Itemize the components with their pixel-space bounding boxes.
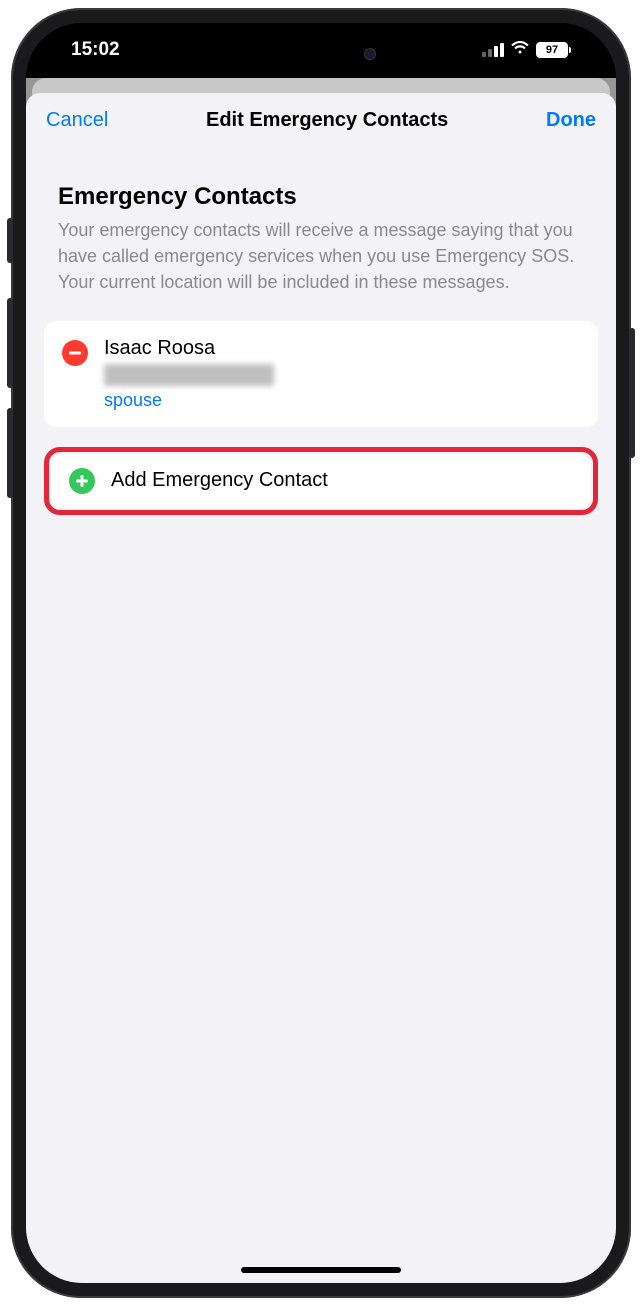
- add-contact-group: Add Emergency Contact: [51, 454, 591, 508]
- cancel-button[interactable]: Cancel: [46, 109, 108, 132]
- nav-title: Edit Emergency Contacts: [206, 109, 448, 132]
- dynamic-island: [256, 35, 386, 73]
- underlying-sheet: [32, 78, 610, 95]
- side-button: [7, 408, 13, 498]
- section-description: Your emergency contacts will receive a m…: [44, 217, 598, 295]
- contact-relation[interactable]: spouse: [104, 390, 274, 411]
- battery-icon: 97: [536, 42, 571, 58]
- add-emergency-contact-button[interactable]: Add Emergency Contact: [51, 454, 591, 508]
- battery-percentage: 97: [546, 44, 558, 56]
- content: Emergency Contacts Your emergency contac…: [26, 148, 616, 515]
- remove-icon[interactable]: [62, 340, 88, 366]
- camera-icon: [364, 48, 376, 60]
- phone-frame: 15:02 97: [11, 8, 631, 1298]
- status-right: 97: [482, 40, 571, 60]
- wifi-icon: [510, 40, 530, 60]
- section-title: Emergency Contacts: [44, 183, 598, 211]
- annotation-highlight: Add Emergency Contact: [44, 447, 598, 515]
- add-icon: [69, 468, 95, 494]
- screen: 15:02 97: [26, 23, 616, 1283]
- sheet-backdrop: Cancel Edit Emergency Contacts Done Emer…: [26, 78, 616, 1283]
- contact-name: Isaac Roosa: [104, 337, 274, 360]
- side-button: [7, 298, 13, 388]
- done-button[interactable]: Done: [546, 109, 596, 132]
- status-bar: 15:02 97: [26, 23, 616, 78]
- side-button: [7, 218, 13, 263]
- contact-phone-redacted: [104, 364, 274, 386]
- side-button: [629, 328, 635, 458]
- modal-sheet: Cancel Edit Emergency Contacts Done Emer…: [26, 93, 616, 1283]
- contacts-list: Isaac Roosa spouse: [44, 321, 598, 427]
- status-time: 15:02: [71, 39, 120, 61]
- add-contact-label: Add Emergency Contact: [111, 469, 328, 492]
- cellular-icon: [482, 43, 504, 57]
- contact-info: Isaac Roosa spouse: [104, 337, 274, 411]
- home-indicator[interactable]: [241, 1267, 401, 1273]
- contact-row[interactable]: Isaac Roosa spouse: [44, 321, 598, 427]
- nav-bar: Cancel Edit Emergency Contacts Done: [26, 93, 616, 148]
